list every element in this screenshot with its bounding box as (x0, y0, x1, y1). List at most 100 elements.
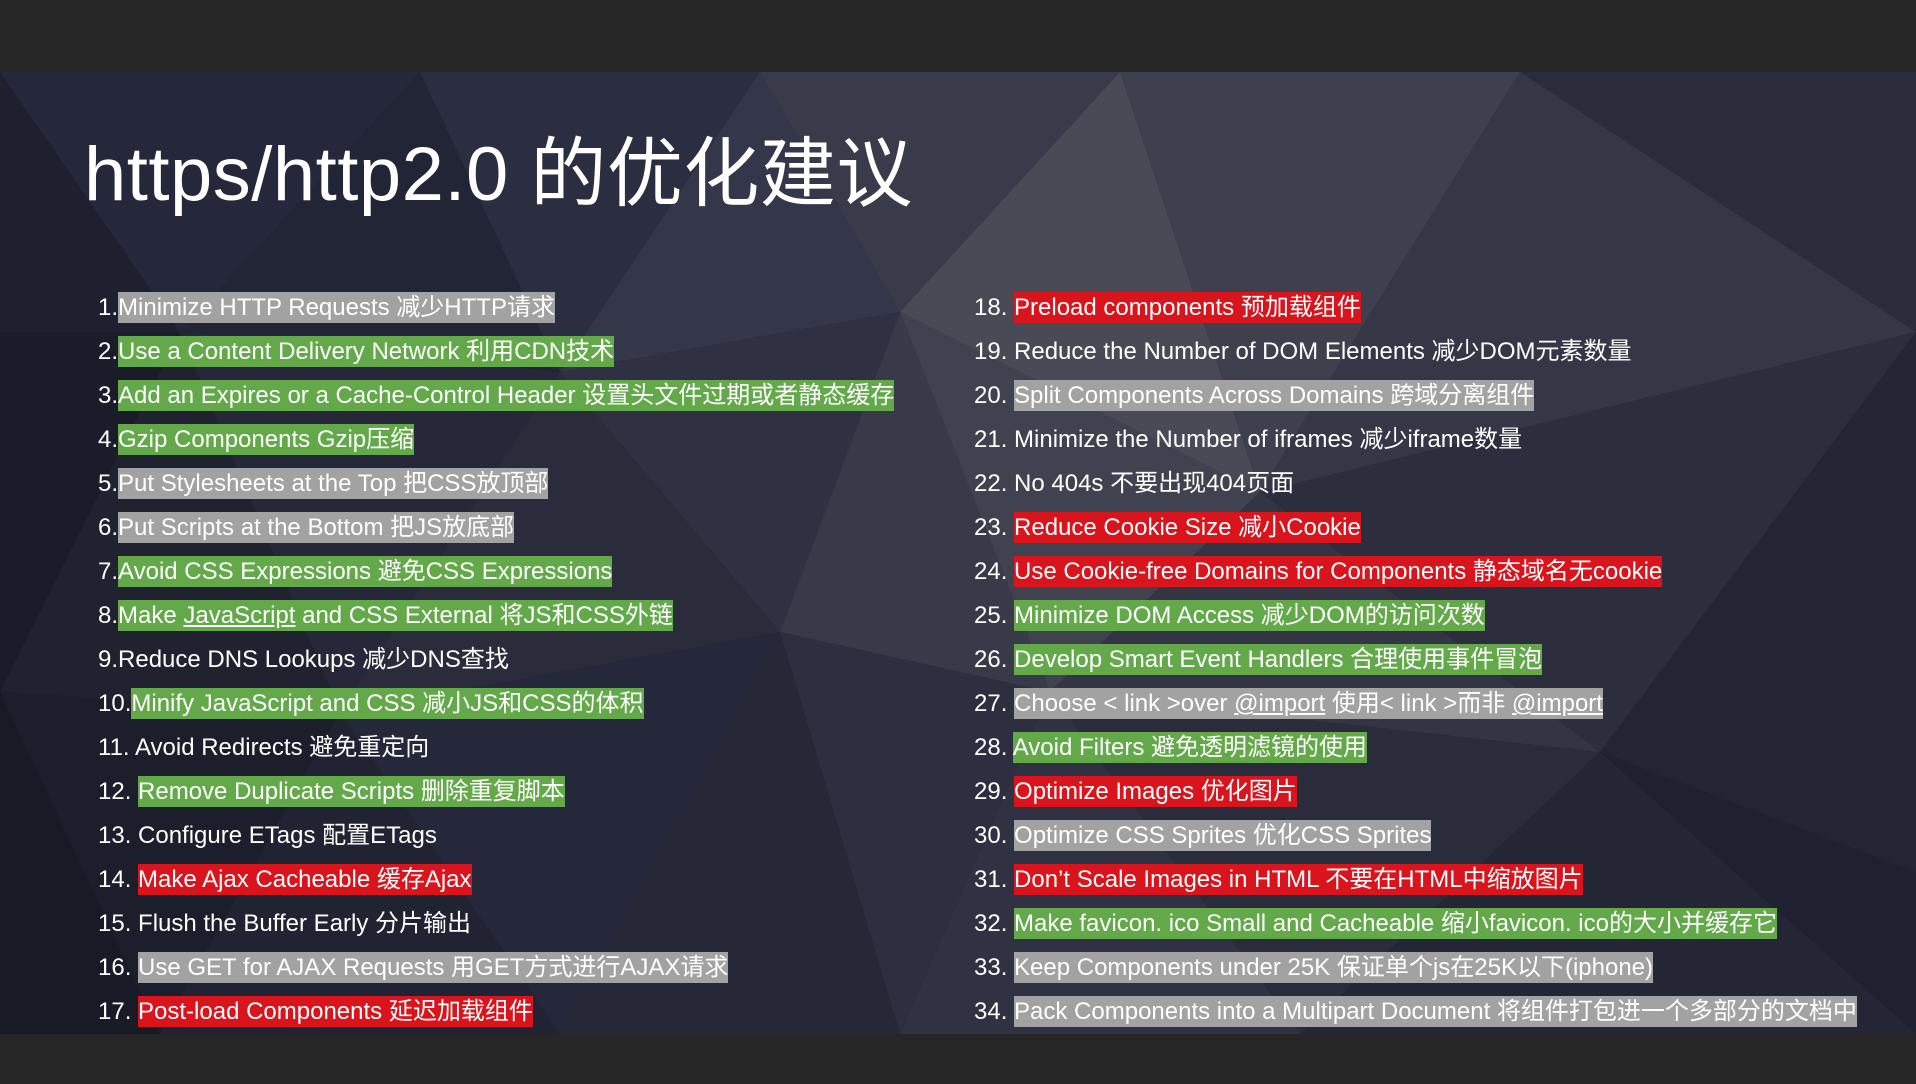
item-number: 5. (98, 470, 119, 497)
item-text: Minimize HTTP Requests 减少HTTP请求 (118, 292, 555, 323)
list-item: 20. Split Components Across Domains 跨域分离… (974, 374, 1857, 418)
item-number: 17. (98, 998, 139, 1025)
item-text: Gzip Components Gzip压缩 (118, 424, 415, 455)
item-number: 31. (974, 866, 1015, 893)
item-text: Preload components 预加载组件 (1014, 292, 1361, 323)
item-number: 18. (974, 294, 1015, 321)
list-item: 16. Use GET for AJAX Requests 用GET方式进行AJ… (98, 946, 894, 990)
recommendation-list-right: 18. Preload components 预加载组件 19. Reduce t… (974, 286, 1857, 1034)
presentation-slide: https/http2.0 的优化建议 1.Minimize HTTP Requ… (0, 72, 1916, 1034)
list-item: 34. Pack Components into a Multipart Doc… (974, 990, 1857, 1034)
item-number: 10. (98, 690, 132, 717)
top-letterbox-bar (0, 0, 1916, 72)
list-item: 19. Reduce the Number of DOM Elements 减少… (974, 330, 1857, 374)
slide-title: https/http2.0 的优化建议 (84, 132, 913, 217)
list-item: 15. Flush the Buffer Early 分片输出 (98, 902, 894, 946)
item-number: 24. (974, 558, 1015, 585)
item-number: 22. (974, 470, 1015, 497)
item-text: Post-load Components 延迟加载组件 (138, 996, 533, 1027)
item-text: Split Components Across Domains 跨域分离组件 (1014, 380, 1535, 411)
item-text: Avoid Redirects 避免重定向 (134, 734, 430, 761)
item-number: 3. (98, 382, 119, 409)
item-text: Minimize the Number of iframes 减少iframe数… (1014, 426, 1523, 453)
list-item: 18. Preload components 预加载组件 (974, 286, 1857, 330)
item-text: Avoid CSS Expressions 避免CSS Expressions (118, 556, 613, 587)
list-item: 14. Make Ajax Cacheable 缓存Ajax (98, 858, 894, 902)
item-number: 16. (98, 954, 139, 981)
list-item: 5.Put Stylesheets at the Top 把CSS放顶部 (98, 462, 894, 506)
item-text: Minimize DOM Access 减少DOM的访问次数 (1014, 600, 1485, 631)
list-item: 23. Reduce Cookie Size 减小Cookie (974, 506, 1857, 550)
item-number: 4. (98, 426, 119, 453)
item-number: 27. (974, 690, 1015, 717)
item-number: 21. (974, 426, 1015, 453)
item-text: Keep Components under 25K 保证单个js在25K以下(i… (1014, 952, 1654, 983)
item-number: 1. (98, 294, 119, 321)
list-item: 33. Keep Components under 25K 保证单个js在25K… (974, 946, 1857, 990)
item-number: 26. (974, 646, 1015, 673)
item-number: 23. (974, 514, 1015, 541)
list-item: 31. Don’t Scale Images in HTML 不要在HTML中缩… (974, 858, 1857, 902)
item-text-segment: and CSS External 将JS和CSS外链 (295, 602, 673, 629)
list-item: 3.Add an Expires or a Cache-Control Head… (98, 374, 895, 418)
item-number: 34. (974, 998, 1015, 1025)
list-item: 27. Choose < link >over @import 使用< link… (974, 682, 1857, 726)
item-text-segment: 使用< link >而非 (1325, 690, 1512, 717)
item-text: Put Scripts at the Bottom 把JS放底部 (118, 512, 515, 543)
item-text: Add an Expires or a Cache-Control Header… (118, 380, 895, 411)
list-item: 22. No 404s 不要出现404页面 (974, 462, 1857, 506)
item-link[interactable]: JavaScript (183, 602, 295, 629)
item-text: Remove Duplicate Scripts 删除重复脚本 (138, 776, 565, 807)
item-number: 6. (98, 514, 119, 541)
list-item: 28. Avoid Filters 避免透明滤镜的使用 (974, 726, 1857, 770)
item-number: 29. (974, 778, 1015, 805)
list-item: 17. Post-load Components 延迟加载组件 (98, 990, 894, 1034)
item-number: 32. (974, 910, 1015, 937)
item-number: 13. (98, 822, 139, 849)
list-item: 7.Avoid CSS Expressions 避免CSS Expression… (98, 550, 894, 594)
item-text-segment: Choose < link >over (1014, 690, 1235, 717)
item-link[interactable]: @import (1512, 690, 1603, 717)
list-item: 26. Develop Smart Event Handlers 合理使用事件冒… (974, 638, 1857, 682)
item-number: 30. (974, 822, 1015, 849)
list-item: 12. Remove Duplicate Scripts 删除重复脚本 (98, 770, 894, 814)
item-text: Use GET for AJAX Requests 用GET方式进行AJAX请求 (138, 952, 729, 983)
item-text: Pack Components into a Multipart Documen… (1014, 996, 1857, 1027)
item-text: Don’t Scale Images in HTML 不要在HTML中缩放图片 (1014, 864, 1583, 895)
item-number: 25. (974, 602, 1015, 629)
item-link[interactable]: @import (1234, 690, 1325, 717)
list-item: 32. Make favicon. ico Small and Cacheabl… (974, 902, 1857, 946)
item-text: No 404s 不要出现404页面 (1014, 470, 1295, 497)
bottom-letterbox-bar (0, 1034, 1916, 1084)
item-text: Make JavaScript and CSS External 将JS和CSS… (118, 600, 673, 631)
item-number: 33. (974, 954, 1015, 981)
item-number: 14. (98, 866, 139, 893)
item-number: 20. (974, 382, 1015, 409)
item-text: Avoid Filters 避免透明滤镜的使用 (1012, 732, 1367, 763)
item-text: Reduce DNS Lookups 减少DNS查找 (118, 646, 509, 673)
item-text: Optimize Images 优化图片 (1014, 776, 1297, 807)
item-number: 8. (98, 602, 119, 629)
item-number: 12. (98, 778, 139, 805)
item-text: Reduce the Number of DOM Elements 减少DOM元… (1014, 338, 1632, 365)
item-text: Make favicon. ico Small and Cacheable 缩小… (1014, 908, 1777, 939)
list-item: 8.Make JavaScript and CSS External 将JS和C… (98, 594, 894, 638)
list-item: 10.Minify JavaScript and CSS 减小JS和CSS的体积 (98, 682, 894, 726)
list-item: 6.Put Scripts at the Bottom 把JS放底部 (98, 506, 894, 550)
list-item: 9.Reduce DNS Lookups 减少DNS查找 (98, 638, 894, 682)
list-item: 29. Optimize Images 优化图片 (974, 770, 1857, 814)
list-item: 4.Gzip Components Gzip压缩 (98, 418, 894, 462)
item-text: Optimize CSS Sprites 优化CSS Sprites (1014, 820, 1432, 851)
item-number: 28. (974, 734, 1013, 761)
item-number: 2. (98, 338, 119, 365)
item-text: Flush the Buffer Early 分片输出 (138, 910, 472, 937)
item-text: Use a Content Delivery Network 利用CDN技术 (118, 336, 615, 367)
list-item: 1.Minimize HTTP Requests 减少HTTP请求 (98, 286, 894, 330)
item-text: Put Stylesheets at the Top 把CSS放顶部 (118, 468, 549, 499)
item-text-segment: Make (118, 602, 184, 629)
item-text: Minify JavaScript and CSS 减小JS和CSS的体积 (131, 688, 644, 719)
list-item: 30. Optimize CSS Sprites 优化CSS Sprites (974, 814, 1857, 858)
item-number: 9. (98, 646, 119, 673)
list-item: 21. Minimize the Number of iframes 减少ifr… (974, 418, 1857, 462)
item-text: Use Cookie-free Domains for Components 静… (1014, 556, 1663, 587)
